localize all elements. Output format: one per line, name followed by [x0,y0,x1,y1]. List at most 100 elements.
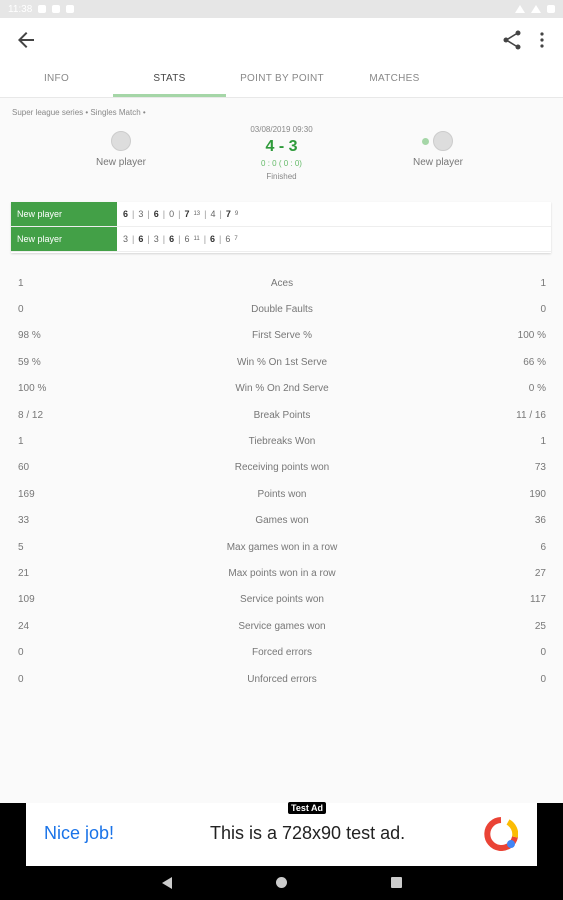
stat-label: Max points won in a row [228,567,336,579]
stat-player2-value: 25 [534,620,546,632]
stat-player2-value: 36 [534,515,546,527]
stat-row: 59 % Win % On 1st Serve 66 % [18,349,546,375]
settings-status-icon [38,5,47,13]
set-game-score: 4 [210,209,216,219]
stat-player2-value: 117 [530,594,546,606]
app-bar [0,18,563,62]
set-game-score: 6 [123,209,129,219]
set-separator: | [162,234,166,244]
system-nav-bar [0,866,563,900]
stat-player1-value: 98 % [18,330,41,342]
stat-player2-value: 0 [540,304,546,316]
stat-label: Double Faults [251,304,313,316]
stat-player2-value: 1 [540,436,546,448]
stat-player1-value: 100 % [18,383,47,395]
set-game-score: 6 [153,209,159,219]
stat-player1-value: 0 [18,673,24,685]
tab-matches[interactable]: MATCHES [338,62,451,97]
stat-row: 0 Double Faults 0 [18,296,546,322]
signal-icon [531,5,541,13]
set-scores-table: New player 6 | 3 | 6 | 0 | 7 13 | 4 | 7 9 New player 3… [11,202,551,253]
stat-row: 169 Points won 190 [18,481,546,507]
stat-label: Forced errors [251,647,312,659]
more-options-icon[interactable] [530,28,554,52]
stat-row: 100 % Win % On 2nd Serve 0 % [18,376,546,402]
tab-stats[interactable]: STATS [113,62,226,97]
stat-label: Aces [270,277,294,289]
set-separator: | [147,209,150,219]
ad-cta[interactable]: Nice job! [44,823,114,844]
stat-label: Unforced errors [247,673,317,685]
stat-label: Points won [257,488,307,500]
set-separator: | [219,209,222,219]
stat-label: Service games won [238,620,326,632]
wifi-icon [515,5,525,13]
nav-recents-icon[interactable] [391,877,402,888]
set-separator: | [132,209,135,219]
stat-label: Win % On 1st Serve [236,356,328,368]
back-arrow-icon[interactable] [14,28,38,52]
stats-list: 1 Aces 1 0 Double Faults 0 98 % First Serve % 10… [18,270,546,692]
stat-player2-value: 27 [534,567,546,579]
stat-row: 98 % First Serve % 100 % [18,323,546,349]
set-separator: | [132,234,135,244]
stat-player1-value: 169 [18,488,35,500]
set-separator: | [162,209,166,219]
stat-player2-value: 11 / 16 [516,409,546,421]
match-subscore: 0 : 0 ( 0 : 0) [261,159,302,168]
stat-player1-value: 21 [18,567,30,579]
set-separator: | [178,234,181,244]
player2-avatar[interactable] [433,131,453,151]
status-time: 11:38 [8,3,33,15]
match-center-info: 03/08/2019 09:30 4 - 3 0 : 0 ( 0 : 0) Fi… [200,122,363,181]
stat-player1-value: 0 [18,304,24,316]
stat-row: 1 Tiebreaks Won 1 [18,428,546,454]
stat-label: Tiebreaks Won [248,436,316,448]
set-game-score: 3 [123,234,129,244]
stat-row: 21 Max points won in a row 27 [18,560,546,586]
stat-player2-value: 73 [534,462,546,474]
ad-banner-area: Test Ad Nice job! This is a 728x90 test … [0,802,563,866]
set-game-score: 6 [138,234,144,244]
stat-row: 0 Unforced errors 0 [18,666,546,692]
stat-label: Win % On 2nd Serve [235,383,329,395]
stat-row: 60 Receiving points won 73 [18,455,546,481]
nav-home-icon[interactable] [276,877,287,888]
set-game-score: 7 [184,209,190,219]
stat-player1-value: 5 [18,541,24,553]
stat-player2-value: 6 [540,541,546,553]
set-separator: | [147,234,150,244]
stat-label: Service points won [240,594,324,606]
set-games: 3 | 6 | 3 | 6 | 6 11 | 6 | 6 7 [117,234,238,244]
stat-label: Break Points [253,409,311,421]
player2-name: New player [412,157,464,168]
match-header: New player 03/08/2019 09:30 4 - 3 0 : 0 … [0,122,563,192]
set-row-player2: New player 3 | 6 | 3 | 6 | 6 11 | 6 | 6 7 [11,227,551,252]
share-icon[interactable] [500,28,524,52]
set-games: 6 | 3 | 6 | 0 | 7 13 | 4 | 7 9 [117,209,238,219]
stat-player1-value: 33 [18,515,30,527]
storage-status-icon [66,5,75,13]
set-game-score: 0 [169,209,175,219]
set-separator: | [178,209,181,219]
tab-info[interactable]: INFO [0,62,113,97]
set-row-player-name: New player [11,227,117,251]
tiebreak-score: 9 [234,211,239,217]
player1-avatar[interactable] [111,131,131,151]
stat-player1-value: 60 [18,462,30,474]
tab-point-by-point[interactable]: POINT BY POINT [226,62,338,97]
stat-row: 24 Service games won 25 [18,613,546,639]
set-separator: | [219,234,222,244]
set-game-score: 3 [153,234,159,244]
ad-banner[interactable]: Test Ad Nice job! This is a 728x90 test … [26,802,537,866]
ad-logo-icon [484,817,518,851]
stat-player2-value: 100 % [517,330,546,342]
nav-back-icon[interactable] [162,877,172,889]
match-score: 4 - 3 [265,138,298,155]
set-game-score: 6 [184,234,190,244]
stat-player2-value: 1 [540,277,546,289]
stat-row: 8 / 12 Break Points 11 / 16 [18,402,546,428]
stat-label: Max games won in a row [226,541,338,553]
stat-row: 33 Games won 36 [18,508,546,534]
tiebreak-score: 13 [193,211,201,217]
